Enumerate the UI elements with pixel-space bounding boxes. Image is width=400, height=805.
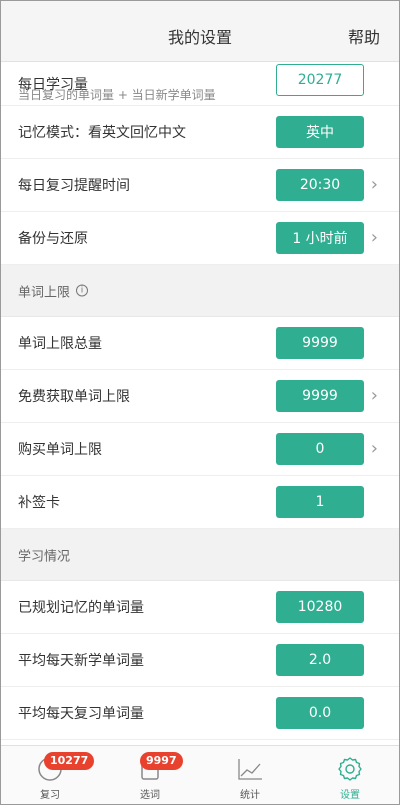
chevron-right-icon: › bbox=[370, 438, 378, 459]
line-chart-icon bbox=[236, 755, 264, 783]
review-count-badge: 10277 bbox=[44, 752, 95, 770]
chevron-right-icon: › bbox=[370, 227, 378, 248]
tab-stats[interactable]: 统计 bbox=[200, 746, 300, 805]
page-title: 我的设置 bbox=[167, 28, 232, 47]
avg-review-words-label: 平均每天复习单词量 bbox=[18, 706, 144, 722]
tab-settings[interactable]: 设置 bbox=[300, 746, 400, 805]
words-count-badge: 9997 bbox=[140, 752, 183, 770]
reminder-time-row[interactable]: 每日复习提醒时间 20:30 › bbox=[0, 159, 400, 212]
memory-mode-label: 记忆模式：看英文回忆中文 bbox=[18, 125, 186, 141]
makeup-card-value: 1 bbox=[276, 486, 364, 518]
gear-icon bbox=[336, 755, 364, 783]
settings-list: 每日学习量 当日复习的单词量 + 当日新学单词量 20277 记忆模式：看英文回… bbox=[0, 62, 400, 740]
tab-review-label: 复习 bbox=[40, 790, 60, 801]
section-word-limit: 单词上限 i bbox=[0, 265, 400, 317]
avg-new-words-label: 平均每天新学单词量 bbox=[18, 653, 144, 669]
memory-mode-button[interactable]: 英中 bbox=[276, 116, 364, 148]
backup-restore-label: 备份与还原 bbox=[18, 231, 88, 247]
daily-amount-sublabel: 当日复习的单词量 + 当日新学单词量 bbox=[18, 88, 216, 102]
word-limit-total-row: 单词上限总量 9999 bbox=[0, 317, 400, 370]
buy-word-limit-value[interactable]: 0 bbox=[276, 433, 364, 465]
reminder-time-label: 每日复习提醒时间 bbox=[18, 178, 130, 194]
daily-amount-row[interactable]: 每日学习量 当日复习的单词量 + 当日新学单词量 20277 bbox=[0, 62, 400, 106]
avg-new-words-row: 平均每天新学单词量 2.0 bbox=[0, 634, 400, 687]
avg-new-words-value: 2.0 bbox=[276, 644, 364, 676]
chevron-right-icon: › bbox=[370, 174, 378, 195]
backup-restore-value[interactable]: 1 小时前 bbox=[276, 222, 364, 254]
bottom-tab-bar: 10277 复习 9997 选词 统计 设置 bbox=[0, 745, 400, 805]
makeup-card-label: 补签卡 bbox=[18, 495, 60, 511]
word-limit-total-value: 9999 bbox=[276, 327, 364, 359]
planned-words-value: 10280 bbox=[276, 591, 364, 623]
backup-restore-row[interactable]: 备份与还原 1 小时前 › bbox=[0, 212, 400, 265]
chevron-right-icon: › bbox=[370, 385, 378, 406]
free-word-limit-label: 免费获取单词上限 bbox=[18, 389, 130, 405]
tab-review[interactable]: 10277 复习 bbox=[0, 746, 100, 805]
buy-word-limit-label: 购买单词上限 bbox=[18, 442, 102, 458]
daily-amount-input[interactable]: 20277 bbox=[276, 64, 364, 96]
avg-review-words-value: 0.0 bbox=[276, 697, 364, 729]
free-word-limit-value[interactable]: 9999 bbox=[276, 380, 364, 412]
word-limit-total-label: 单词上限总量 bbox=[18, 336, 102, 352]
avg-review-words-row: 平均每天复习单词量 0.0 bbox=[0, 687, 400, 740]
tab-settings-label: 设置 bbox=[340, 790, 360, 801]
tab-words[interactable]: 9997 选词 bbox=[100, 746, 200, 805]
header-bar: 我的设置 帮助 bbox=[0, 0, 400, 62]
planned-words-row: 已规划记忆的单词量 10280 bbox=[0, 581, 400, 634]
free-word-limit-row[interactable]: 免费获取单词上限 9999 › bbox=[0, 370, 400, 423]
memory-mode-row[interactable]: 记忆模式：看英文回忆中文 英中 bbox=[0, 106, 400, 159]
tab-stats-label: 统计 bbox=[240, 790, 260, 801]
section-study-status-title: 学习情况 bbox=[18, 549, 71, 564]
buy-word-limit-row[interactable]: 购买单词上限 0 › bbox=[0, 423, 400, 476]
planned-words-label: 已规划记忆的单词量 bbox=[18, 600, 144, 616]
makeup-card-row: 补签卡 1 bbox=[0, 476, 400, 529]
reminder-time-value[interactable]: 20:30 bbox=[276, 169, 364, 201]
help-button[interactable]: 帮助 bbox=[348, 24, 380, 48]
section-study-status: 学习情况 bbox=[0, 529, 400, 581]
tab-words-label: 选词 bbox=[140, 790, 160, 801]
section-word-limit-title: 单词上限 bbox=[18, 285, 71, 300]
info-icon[interactable]: i bbox=[76, 284, 89, 297]
